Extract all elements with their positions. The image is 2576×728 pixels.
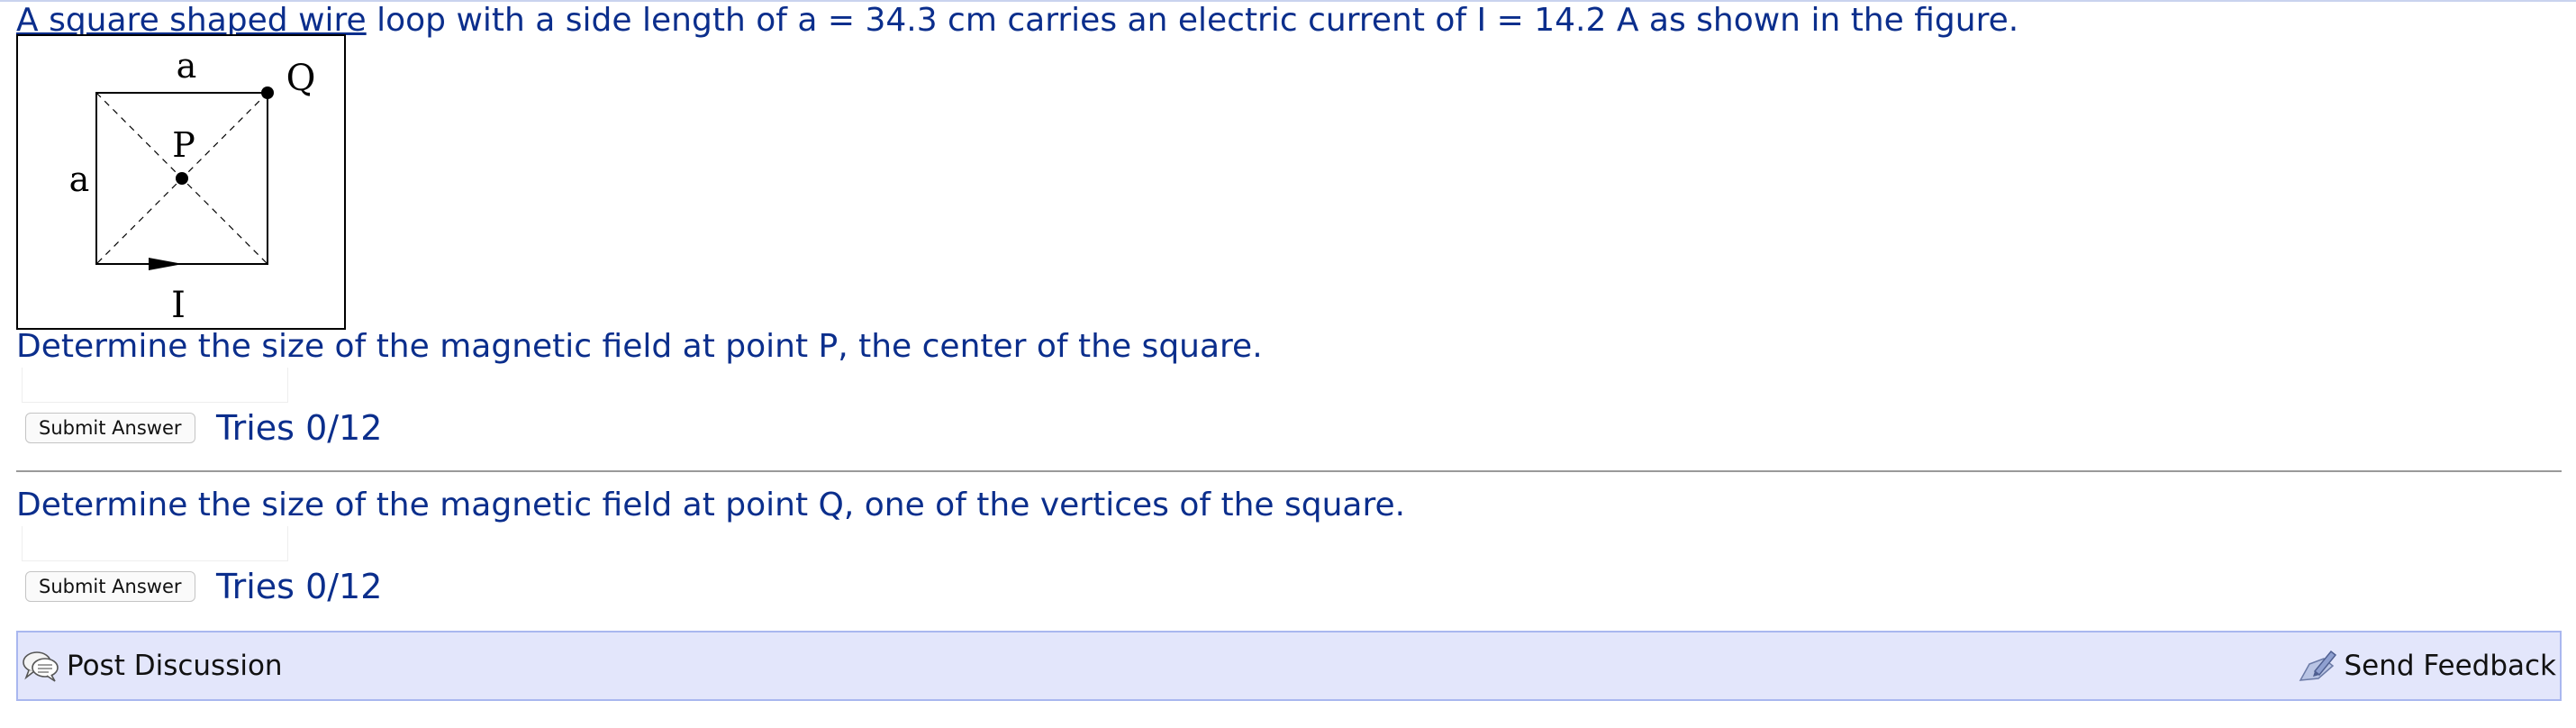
question-2-tries: Tries 0/12 bbox=[216, 567, 383, 606]
label-top-side: a bbox=[177, 46, 197, 86]
discussion-feedback-bar: Post Discussion Send Feedback bbox=[16, 631, 2562, 701]
post-discussion-label: Post Discussion bbox=[67, 650, 283, 682]
question-2-submit-button[interactable]: Submit Answer bbox=[25, 571, 195, 602]
send-feedback-link[interactable]: Send Feedback bbox=[2297, 643, 2556, 688]
question-1-submit-button[interactable]: Submit Answer bbox=[25, 413, 195, 443]
question-divider bbox=[16, 470, 2562, 472]
speech-bubbles-icon bbox=[22, 649, 59, 683]
question-1-answer-input[interactable] bbox=[22, 368, 288, 403]
point-p-dot bbox=[176, 172, 188, 185]
send-feedback-label: Send Feedback bbox=[2344, 650, 2556, 682]
question-1-prompt: Determine the size of the magnetic field… bbox=[16, 328, 1263, 365]
post-discussion-link[interactable]: Post Discussion bbox=[22, 645, 283, 687]
label-corner-q: Q bbox=[286, 58, 316, 99]
label-current-i: I bbox=[171, 285, 186, 326]
question-2-answer-input[interactable] bbox=[22, 526, 288, 561]
label-left-side: a bbox=[69, 159, 90, 199]
feedback-pen-icon bbox=[2297, 646, 2338, 686]
problem-statement-rest: loop with a side length of a = 34.3 cm c… bbox=[366, 2, 2019, 39]
problem-statement-link[interactable]: A square shaped wire bbox=[16, 2, 367, 39]
question-2-prompt: Determine the size of the magnetic field… bbox=[16, 487, 1406, 523]
current-arrow bbox=[149, 258, 183, 270]
point-q-dot bbox=[261, 86, 274, 99]
label-center-p: P bbox=[172, 125, 195, 165]
question-1-tries: Tries 0/12 bbox=[216, 408, 383, 448]
wire-loop-figure: a a P Q I bbox=[16, 34, 346, 330]
